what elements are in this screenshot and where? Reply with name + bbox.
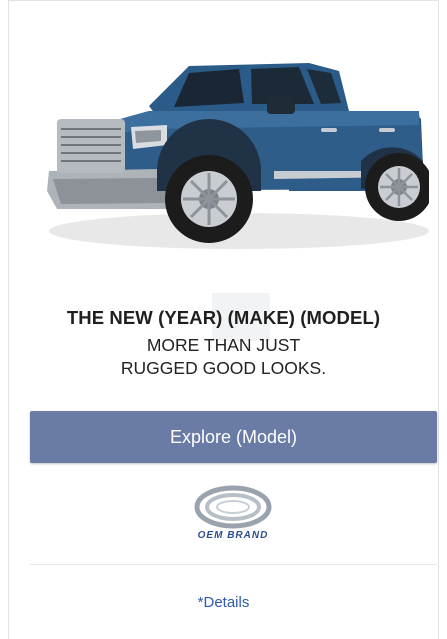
ad-tagline-line1: MORE THAN JUST [146, 335, 301, 355]
pickup-truck-image [39, 41, 433, 256]
ad-headline: THE NEW (YEAR) (MAKE) (MODEL) [66, 307, 381, 328]
ad-tagline-line2: RUGGED GOOD LOOKS. [120, 358, 327, 378]
divider [30, 564, 437, 565]
explore-model-button[interactable]: Explore (Model) [30, 411, 437, 463]
brand-logo-text: OEM BRAND [197, 530, 269, 541]
details-link[interactable]: *Details [0, 594, 447, 611]
oem-brand-logo: OEM BRAND [188, 485, 278, 545]
